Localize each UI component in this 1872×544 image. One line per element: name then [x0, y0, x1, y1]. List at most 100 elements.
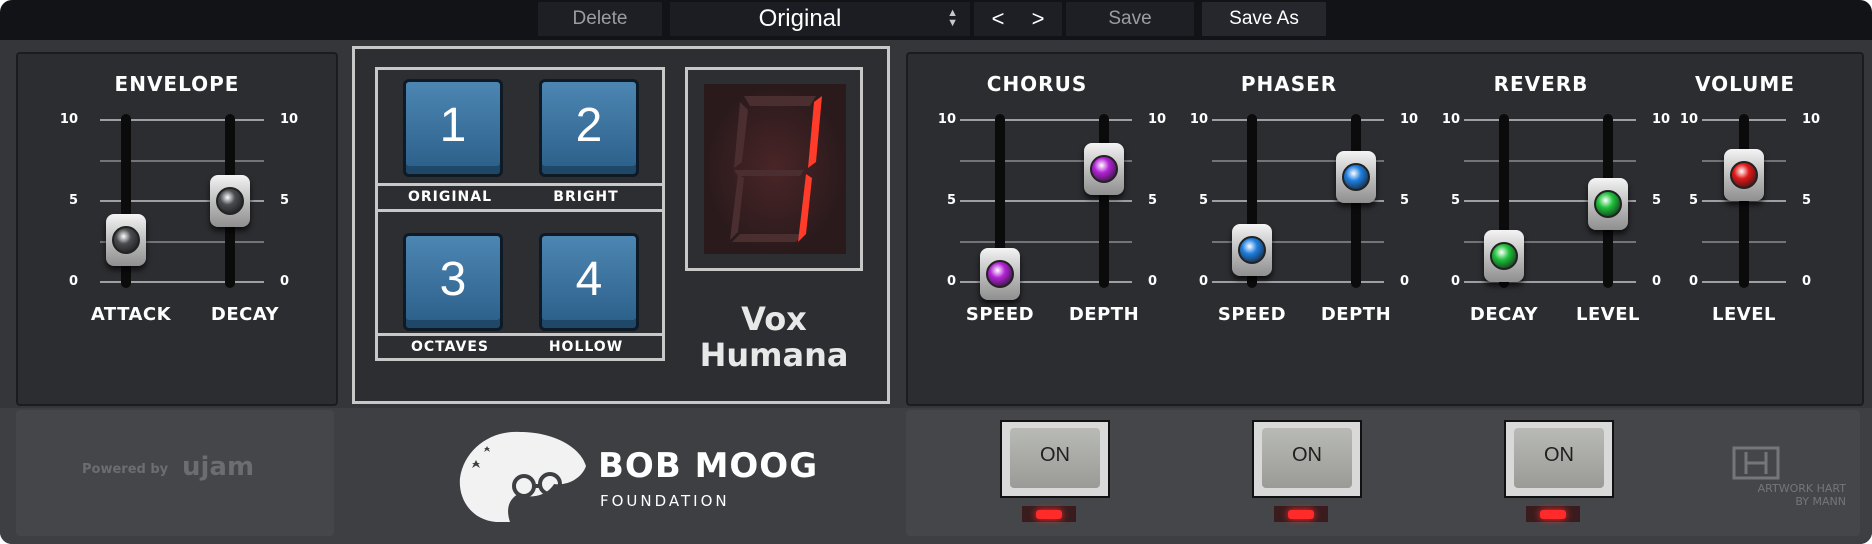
chorus-scale-label: 10 — [937, 112, 956, 127]
attack-fader-handle-gem — [112, 225, 140, 254]
chorus-on-label: ON — [1010, 428, 1100, 488]
chorus-title: CHORUS — [986, 72, 1088, 96]
hart-mann-logo-icon — [1732, 446, 1780, 480]
chorus-scale-label: 5 — [1148, 193, 1158, 208]
chorus-depth-fader-handle[interactable] — [1084, 142, 1124, 195]
reverb-on-button[interactable]: ON — [1504, 420, 1614, 498]
phaser-depth-fader-handle-gem — [1342, 162, 1370, 191]
powered-by-text: Powered by — [82, 462, 169, 477]
reverb-level-fader-handle[interactable] — [1588, 178, 1628, 231]
chorus-speed-fader-handle-gem — [986, 259, 1014, 288]
volume-scale-label: 0 — [1688, 274, 1698, 289]
plugin-window: Delete Original ▲ ▼ < > Save Save As ENVE… — [0, 0, 1872, 544]
phaser-scale-label: 0 — [1400, 274, 1410, 289]
phaser-speed-label: SPEED — [1217, 304, 1287, 325]
save-as-button[interactable]: Save As — [1202, 2, 1326, 36]
volume-scale-label: 5 — [1688, 193, 1698, 208]
decay-label: DECAY — [210, 304, 280, 325]
phaser-depth-fader-handle[interactable] — [1336, 150, 1376, 203]
reverb-scale-label: 0 — [1450, 274, 1460, 289]
divider — [375, 183, 665, 186]
bob-moog-title: BOB MOOG — [598, 446, 819, 486]
updown-arrows-icon: ▲ ▼ — [947, 7, 958, 29]
reverb-decay-fader-handle[interactable] — [1484, 230, 1524, 283]
envelope-scale-label: 10 — [280, 112, 299, 127]
voice-label-octaves: OCTAVES — [410, 339, 489, 355]
voice-button-4[interactable]: 4 — [539, 233, 639, 331]
reverb-scale-label: 5 — [1652, 193, 1662, 208]
voice-button-1[interactable]: 1 — [403, 79, 503, 177]
volume-scale-label: 10 — [1679, 112, 1698, 127]
display-frame — [685, 67, 863, 271]
envelope-scale-label: 0 — [68, 274, 78, 289]
delete-button[interactable]: Delete — [538, 2, 662, 36]
volume-level-label: LEVEL — [1712, 304, 1776, 325]
ujam-logo: ujam — [182, 452, 255, 482]
plugin-body: ENVELOPE 10 10 5 5 0 0 ATTACK DECAY 1 2 ORIGI… — [0, 40, 1872, 544]
chorus-scale-label: 10 — [1148, 112, 1167, 127]
reverb-scale-label: 0 — [1652, 274, 1662, 289]
seven-segment-digit — [730, 96, 822, 242]
envelope-scale-label: 5 — [68, 193, 78, 208]
envelope-scale-label: 5 — [280, 193, 290, 208]
reverb-level-fader-handle-gem — [1594, 190, 1622, 219]
preset-toolbar: Delete Original ▲ ▼ < > Save Save As — [0, 0, 1872, 40]
reverb-title: REVERB — [1493, 72, 1589, 96]
phaser-depth-label: DEPTH — [1320, 304, 1392, 325]
envelope-panel: ENVELOPE 10 10 5 5 0 0 ATTACK DECAY — [16, 52, 338, 406]
chorus-depth-label: DEPTH — [1068, 304, 1140, 325]
decay-fader-handle-gem — [216, 187, 244, 215]
attack-fader-handle[interactable] — [106, 213, 146, 266]
reverb-decay-label: DECAY — [1469, 304, 1539, 325]
envelope-title: ENVELOPE — [114, 72, 240, 96]
chorus-scale-label: 0 — [1148, 274, 1158, 289]
chorus-scale-label: 5 — [946, 193, 956, 208]
chorus-depth-fader-track — [1099, 114, 1109, 288]
save-button[interactable]: Save — [1066, 2, 1194, 36]
phaser-scale-label: 10 — [1189, 112, 1208, 127]
divider — [375, 333, 665, 336]
chorus-on-button[interactable]: ON — [1000, 420, 1110, 498]
bob-moog-head-icon — [459, 431, 586, 522]
voice-name: Vox Humana — [685, 301, 863, 373]
phaser-speed-fader-handle[interactable] — [1232, 223, 1272, 276]
reverb-led-icon — [1526, 506, 1580, 522]
phaser-title: PHASER — [1240, 72, 1338, 96]
phaser-on-button[interactable]: ON — [1252, 420, 1362, 498]
powered-by-panel: Powered by ujam — [16, 410, 334, 536]
volume-level-fader-handle-gem — [1730, 161, 1758, 190]
reverb-scale-label: 10 — [1652, 112, 1671, 127]
reverb-on-label: ON — [1514, 428, 1604, 488]
seven-segment-display — [704, 84, 846, 254]
voice-name-line1: Vox — [741, 300, 807, 338]
volume-title: VOLUME — [1695, 72, 1795, 96]
next-preset-button[interactable]: > — [1014, 2, 1062, 36]
phaser-speed-fader-handle-gem — [1238, 235, 1266, 264]
voice-label-bright: BRIGHT — [553, 189, 619, 205]
volume-scale-label: 5 — [1802, 193, 1812, 208]
reverb-level-label: LEVEL — [1576, 304, 1640, 325]
phaser-on-label: ON — [1262, 428, 1352, 488]
envelope-scale-label: 0 — [280, 274, 290, 289]
artwork-credit: ARTWORK HART BY MANN — [1646, 482, 1846, 508]
preset-name: Original — [758, 5, 842, 32]
decay-fader-handle[interactable] — [210, 175, 250, 227]
volume-level-fader-handle[interactable] — [1724, 149, 1764, 202]
voice-button-3[interactable]: 3 — [403, 233, 503, 331]
voice-label-original: ORIGINAL — [407, 189, 493, 205]
chorus-speed-fader-handle[interactable] — [980, 247, 1020, 300]
phaser-scale-label: 5 — [1198, 193, 1208, 208]
reverb-scale-label: 5 — [1450, 193, 1460, 208]
artwork-line1: ARTWORK HART — [1757, 482, 1846, 495]
effects-panel: CHORUS PHASER REVERB VOLUME 10 10 5 5 0 0 10 10… — [906, 52, 1864, 406]
voice-name-line2: Humana — [699, 336, 849, 374]
preset-selector[interactable]: Original ▲ ▼ — [670, 2, 970, 36]
chorus-depth-fader-handle-gem — [1090, 154, 1118, 183]
phaser-led-icon — [1274, 506, 1328, 522]
phaser-scale-label: 5 — [1400, 193, 1410, 208]
chorus-scale-label: 0 — [946, 274, 956, 289]
voice-button-2[interactable]: 2 — [539, 79, 639, 177]
chorus-led-icon — [1022, 506, 1076, 522]
volume-scale-label: 10 — [1802, 112, 1821, 127]
voice-label-hollow: HOLLOW — [548, 339, 624, 355]
